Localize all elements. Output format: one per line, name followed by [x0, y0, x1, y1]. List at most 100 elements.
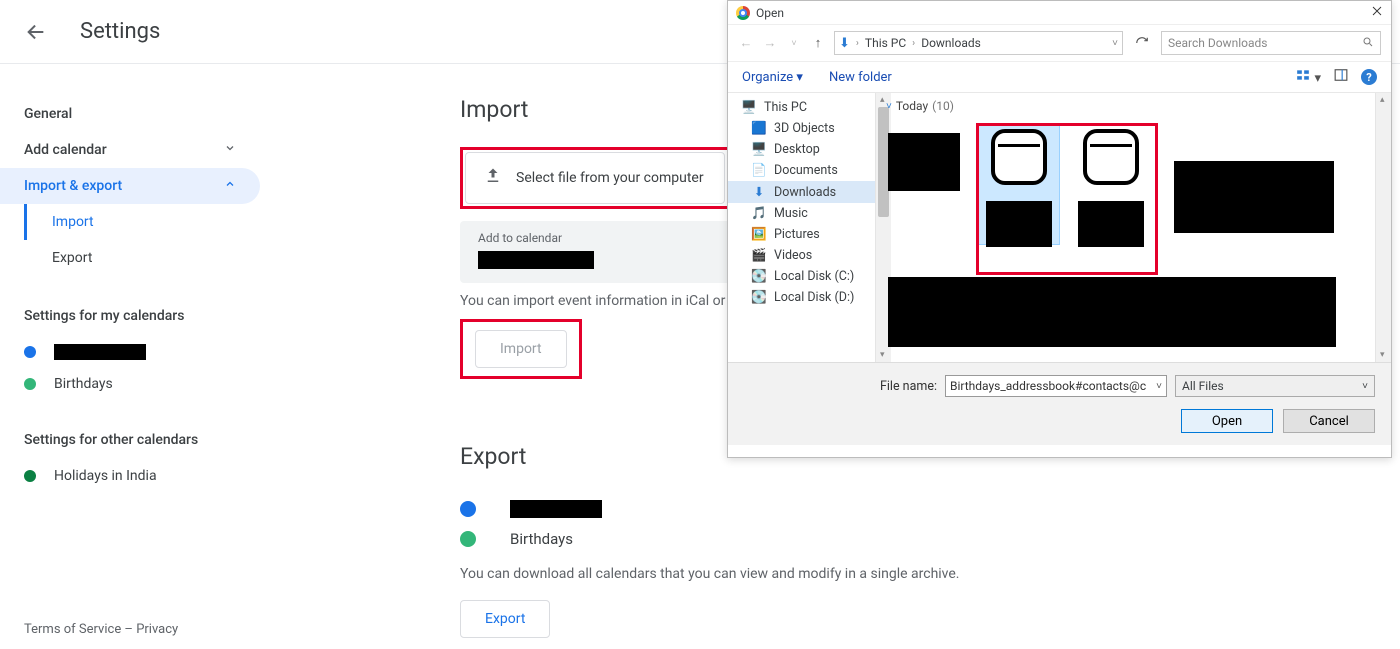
nav-recent-dropdown-icon[interactable]: ˅	[786, 38, 802, 49]
folder-tree: 🖥️This PC 🟦3D Objects 🖥️Desktop 📄Documen…	[728, 93, 876, 362]
my-calendar-birthdays[interactable]: Birthdays	[24, 368, 260, 400]
export-calendar-primary	[460, 494, 1400, 524]
nav-back-icon[interactable]: ←	[738, 35, 754, 51]
file-thumbnail[interactable]	[888, 277, 1336, 347]
settings-nav: General Add calendar Import & export Imp…	[0, 64, 260, 649]
organize-menu[interactable]: Organize ▾	[742, 70, 803, 85]
nav-up-icon[interactable]: ↑	[810, 35, 826, 51]
new-folder-button[interactable]: New folder	[829, 70, 892, 85]
search-placeholder: Search Downloads	[1168, 36, 1267, 50]
dialog-body: 🖥️This PC 🟦3D Objects 🖥️Desktop 📄Documen…	[728, 93, 1391, 363]
nav-section-my-calendars: Settings for my calendars	[24, 308, 260, 324]
tree-downloads[interactable]: ⬇Downloads	[728, 181, 875, 203]
chevron-up-icon	[224, 178, 236, 194]
file-thumbnail[interactable]	[1174, 161, 1334, 233]
nav-add-calendar[interactable]: Add calendar	[24, 132, 260, 168]
close-icon[interactable]	[1371, 5, 1383, 20]
search-input[interactable]: Search Downloads	[1161, 31, 1381, 55]
breadcrumb-sep-icon: ›	[912, 38, 915, 49]
files-group-header[interactable]: ˅ Today (10)	[886, 99, 1381, 113]
tree-videos[interactable]: 🎬Videos	[728, 245, 875, 266]
disk-icon: 💽	[752, 290, 766, 305]
tree-3d-objects[interactable]: 🟦3D Objects	[728, 118, 875, 139]
file-name-label: File name:	[880, 379, 937, 394]
redacted-calendar-name	[54, 344, 146, 360]
music-icon: 🎵	[752, 206, 766, 221]
file-thumbnails	[886, 119, 1381, 349]
calendar-dot-icon	[24, 346, 36, 358]
add-to-calendar-label: Add to calendar	[478, 231, 720, 245]
highlight-file-selection	[976, 123, 1158, 275]
other-calendar-holidays[interactable]: Holidays in India	[24, 460, 260, 492]
pictures-icon: 🖼️	[752, 227, 766, 242]
back-arrow-icon[interactable]	[24, 20, 48, 44]
add-to-calendar-select[interactable]: Add to calendar	[460, 221, 738, 283]
chrome-icon	[736, 6, 750, 20]
nav-import-export[interactable]: Import & export	[0, 168, 260, 204]
calendar-dot-icon	[24, 378, 36, 390]
breadcrumb-downloads[interactable]: Downloads	[921, 36, 981, 50]
dialog-nav-bar: ← → ˅ ↑ ⬇ › This PC › Downloads ˅ Search…	[728, 25, 1391, 62]
downloads-arrow-icon: ⬇	[839, 36, 850, 51]
tree-documents[interactable]: 📄Documents	[728, 160, 875, 181]
calendar-dot-icon	[460, 501, 476, 517]
highlight-select-file: Select file from your computer	[460, 147, 730, 209]
tree-disk-d[interactable]: 💽Local Disk (D:)	[728, 287, 875, 308]
files-panel[interactable]: ˅ Today (10)	[876, 93, 1391, 362]
file-thumbnail[interactable]	[888, 133, 960, 191]
view-mode-icon[interactable]: ▾	[1295, 68, 1321, 86]
calendar-dot-icon	[24, 470, 36, 482]
nav-general[interactable]: General	[24, 96, 260, 132]
breadcrumb-this-pc[interactable]: This PC	[865, 36, 906, 50]
tree-this-pc[interactable]: 🖥️This PC	[728, 97, 875, 118]
file-type-select[interactable]: All Files ˅	[1175, 375, 1375, 397]
file-open-dialog: Open ← → ˅ ↑ ⬇ › This PC › Downloads ˅ S…	[727, 0, 1392, 458]
breadcrumb-sep-icon: ›	[856, 38, 859, 49]
upload-icon	[484, 167, 502, 189]
select-file-button[interactable]: Select file from your computer	[465, 152, 725, 204]
dialog-title-text: Open	[756, 6, 784, 20]
address-bar[interactable]: ⬇ › This PC › Downloads ˅	[834, 31, 1123, 55]
nav-section-other-calendars: Settings for other calendars	[24, 432, 260, 448]
export-calendar-birthdays: Birthdays	[460, 524, 1400, 554]
tree-music[interactable]: 🎵Music	[728, 203, 875, 224]
import-button[interactable]: Import	[475, 330, 567, 368]
file-name-dropdown-icon[interactable]: ˅	[1156, 381, 1162, 392]
nav-export[interactable]: Export	[24, 240, 260, 276]
export-help-text: You can download all calendars that you …	[460, 566, 1400, 582]
nav-import[interactable]: Import	[24, 204, 260, 240]
videos-icon: 🎬	[752, 248, 766, 263]
nav-forward-icon: →	[762, 35, 778, 51]
help-icon[interactable]: ?	[1361, 69, 1377, 85]
tree-pictures[interactable]: 🖼️Pictures	[728, 224, 875, 245]
documents-icon: 📄	[752, 163, 766, 178]
export-button[interactable]: Export	[460, 600, 550, 638]
my-calendar-primary[interactable]	[24, 336, 260, 368]
file-name-input[interactable]: Birthdays_addressbook#contacts@c ˅	[945, 375, 1167, 397]
refresh-icon[interactable]	[1131, 32, 1153, 54]
preview-pane-icon[interactable]	[1333, 68, 1349, 86]
calendar-dot-icon	[460, 531, 476, 547]
redacted-calendar-value	[478, 251, 594, 269]
highlight-import-button: Import	[460, 319, 582, 379]
tree-desktop[interactable]: 🖥️Desktop	[728, 139, 875, 160]
cancel-button[interactable]: Cancel	[1283, 409, 1375, 433]
chevron-down-icon	[224, 142, 236, 158]
tree-disk-c[interactable]: 💽Local Disk (C:)	[728, 266, 875, 287]
chevron-down-icon: ˅	[886, 101, 892, 112]
files-scrollbar[interactable]: ▴ ▾	[1375, 93, 1391, 362]
redacted-calendar-name	[510, 500, 602, 518]
dialog-titlebar: Open	[728, 1, 1391, 25]
desktop-icon: 🖥️	[752, 142, 766, 157]
chevron-down-icon: ˅	[1362, 381, 1368, 392]
open-button[interactable]: Open	[1181, 409, 1273, 433]
address-dropdown-icon[interactable]: ˅	[1112, 38, 1118, 49]
dialog-toolbar: Organize ▾ New folder ▾ ?	[728, 62, 1391, 93]
downloads-icon: ⬇	[752, 184, 766, 200]
footer-links[interactable]: Terms of Service – Privacy	[24, 622, 178, 637]
disk-icon: 💽	[752, 269, 766, 284]
dialog-footer: File name: Birthdays_addressbook#contact…	[728, 363, 1391, 445]
objects-icon: 🟦	[752, 121, 766, 136]
search-icon	[1362, 36, 1374, 51]
pc-icon: 🖥️	[742, 100, 756, 115]
